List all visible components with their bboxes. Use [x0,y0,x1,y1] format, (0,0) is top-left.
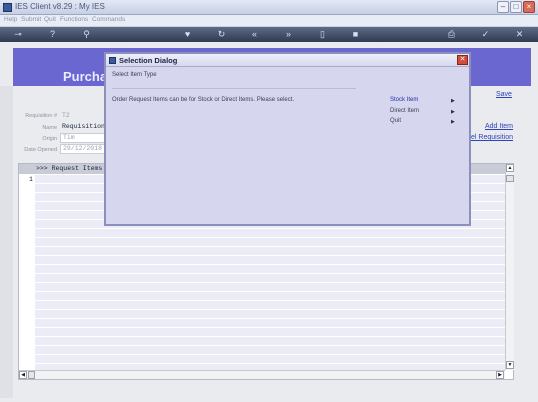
grid-row[interactable] [35,319,505,327]
window-title: IES Client v8.29 : My IES [15,2,105,11]
dialog-message: Order Request Items can be for Stock or … [112,97,295,103]
horizontal-scrollbar[interactable]: ◀ ▶ [19,370,505,379]
grid-row[interactable] [35,310,505,318]
dialog-titlebar: Selection Dialog ✕ [106,54,469,67]
dialog-separator [112,88,356,89]
maximize-button[interactable]: □ [510,1,522,13]
menu-submit[interactable]: Submit [21,16,41,23]
add-item-link[interactable]: Add Item [485,123,513,130]
requisition-value: T2 [62,112,70,119]
grid-row[interactable] [35,328,505,336]
scroll-up-icon[interactable]: ▲ [506,164,514,172]
scroll-thumb[interactable] [506,175,514,182]
dialog-close-button[interactable]: ✕ [457,55,468,65]
grid-row[interactable] [35,256,505,264]
key-icon[interactable]: ⊸ [10,29,26,40]
grid-row[interactable] [35,355,505,363]
heart-icon[interactable]: ♥ [182,29,193,40]
chevron-right-icon: ▶ [451,98,455,104]
grid-row[interactable] [35,265,505,273]
selection-dialog: Selection Dialog ✕ Select Item Type Orde… [104,52,471,226]
menu-quit[interactable]: Quit [44,16,56,23]
grid-row[interactable] [35,274,505,282]
menu-commands[interactable]: Commands [92,16,125,23]
requisition-label: Requisition # [25,113,57,119]
document-icon[interactable]: ▯ [317,29,328,40]
menu-functions[interactable]: Functions [60,16,88,23]
name-value: Requisition [62,123,105,130]
option-stock-item[interactable]: Stock Item [390,97,418,103]
scroll-left-icon[interactable]: ◀ [19,371,27,379]
hscroll-thumb[interactable] [28,371,35,379]
date-opened-field[interactable]: 29/12/2018 [60,144,105,154]
grid-row[interactable] [35,229,505,237]
scroll-down-icon[interactable]: ▼ [506,361,514,369]
option-quit[interactable]: Quit [390,118,401,124]
name-label: Name [42,125,57,131]
rewind-icon[interactable]: « [249,29,260,40]
grid-row[interactable] [35,292,505,300]
origin-field[interactable]: Tim [60,133,105,143]
close-icon[interactable]: ✕ [514,29,525,40]
page-icon[interactable]: ■ [350,29,361,40]
dialog-app-icon [109,57,116,64]
chevron-right-icon: ▶ [451,119,455,125]
minimize-button[interactable]: – [497,1,509,13]
dialog-title: Selection Dialog [119,56,178,65]
close-window-button[interactable]: × [523,1,535,13]
vertical-scrollbar[interactable]: ▲ ▼ [505,164,514,370]
scroll-right-icon[interactable]: ▶ [496,371,504,379]
origin-label: Origin [42,136,57,142]
page-title: Purcha [63,69,108,84]
menu-help[interactable]: Help [4,16,17,23]
toolbar: ⊸ ? ⚲ ♥ ↻ « » ▯ ■ ⎙ ✓ ✕ [0,27,538,42]
search-icon[interactable]: ⚲ [81,29,92,40]
window-titlebar: IES Client v8.29 : My IES – □ × [0,0,538,15]
grid-header-title: >>> Request Items [36,165,103,172]
help-icon[interactable]: ? [47,29,58,40]
save-link[interactable]: Save [496,91,512,98]
refresh-icon[interactable]: ↻ [216,29,227,40]
grid-row[interactable] [35,247,505,255]
printer-icon[interactable]: ⎙ [446,29,457,40]
fast-forward-icon[interactable]: » [283,29,294,40]
row-number: 1 [29,176,33,183]
app-icon [3,3,12,12]
option-direct-item[interactable]: Direct Item [390,108,419,114]
date-opened-label: Date Opened [24,147,57,153]
grid-row[interactable] [35,238,505,246]
delete-requisition-link[interactable]: el Requisition [471,134,513,141]
grid-row[interactable] [35,346,505,354]
grid-row[interactable] [35,301,505,309]
grid-row[interactable] [35,337,505,345]
dialog-heading: Select Item Type [112,72,157,78]
check-icon[interactable]: ✓ [480,29,491,40]
grid-row[interactable] [35,283,505,291]
chevron-right-icon: ▶ [451,109,455,115]
left-sidebar [0,86,13,398]
menu-bar: Help Submit Quit Functions Commands [0,15,538,27]
